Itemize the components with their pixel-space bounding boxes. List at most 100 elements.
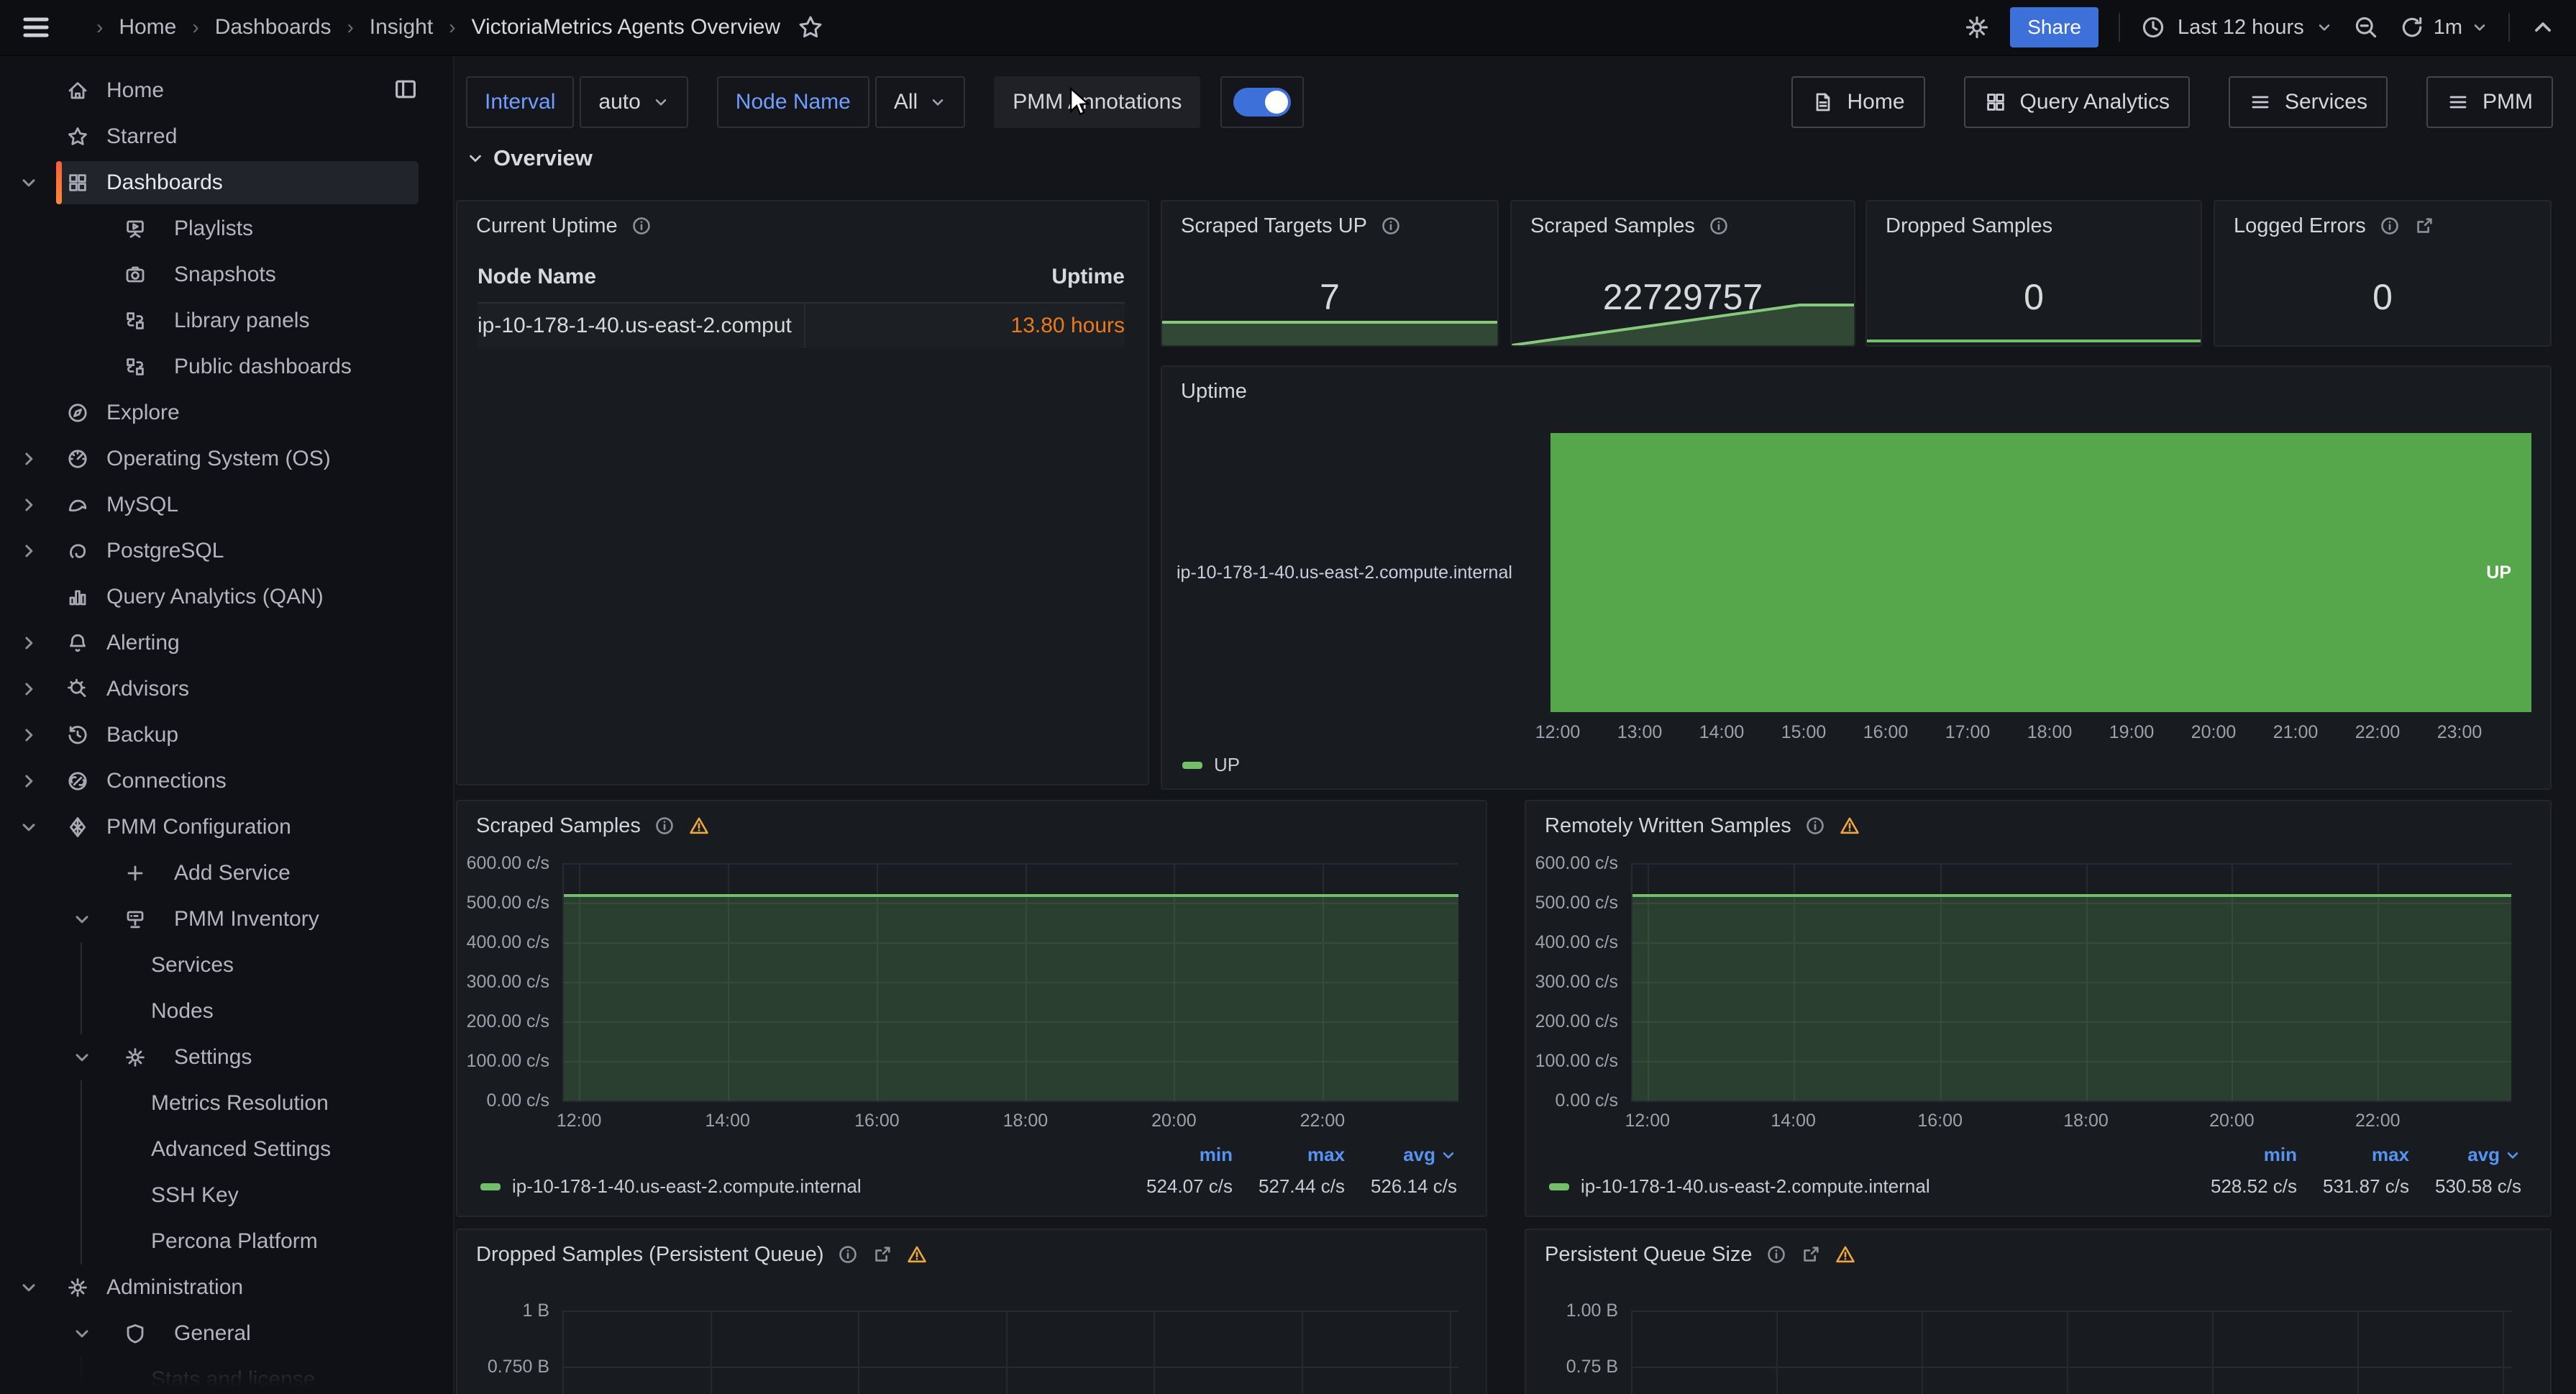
chevron-icon[interactable]: [72, 311, 92, 331]
info-icon[interactable]: [1804, 815, 1826, 837]
chevron-icon[interactable]: [19, 403, 39, 423]
sidebar-item[interactable]: Administration: [0, 1265, 453, 1311]
dashboard-link-button[interactable]: Services: [2229, 76, 2388, 128]
sidebar-item[interactable]: PMM Configuration: [0, 804, 453, 850]
star-icon[interactable]: [798, 14, 823, 40]
chevron-down-icon[interactable]: [19, 173, 39, 193]
legend-avg-header[interactable]: avg: [1345, 1144, 1457, 1166]
panel-header[interactable]: Remotely Written Samples: [1526, 801, 2550, 850]
sidebar-item[interactable]: PMM Inventory: [0, 896, 453, 942]
interval-variable-label[interactable]: Interval: [466, 76, 574, 128]
sidebar-item[interactable]: General: [0, 1311, 453, 1357]
time-range-picker[interactable]: Last 12 hours: [2140, 14, 2333, 40]
legend-label[interactable]: UP: [1214, 754, 1240, 776]
chevron-right-icon[interactable]: [19, 771, 39, 791]
column-node-name[interactable]: Node Name: [478, 265, 596, 289]
sidebar-item[interactable]: Snapshots: [0, 252, 453, 298]
sidebar-item[interactable]: Home: [0, 68, 453, 114]
sidebar-item[interactable]: Backup: [0, 712, 453, 758]
sidebar-item[interactable]: Settings: [0, 1034, 453, 1080]
panel-header[interactable]: Dropped Samples: [1867, 201, 2201, 250]
sidebar-item[interactable]: Stats and license: [0, 1357, 453, 1394]
sidebar-item[interactable]: Operating System (OS): [0, 436, 453, 482]
panel-header[interactable]: Current Uptime: [457, 201, 1148, 250]
refresh-picker[interactable]: 1m: [2399, 14, 2488, 40]
legend-min-header[interactable]: min: [1120, 1144, 1233, 1166]
chevron-icon[interactable]: [19, 127, 39, 147]
panel-header[interactable]: Logged Errors: [2215, 201, 2550, 250]
chevron-icon[interactable]: [72, 265, 92, 285]
chevron-down-icon[interactable]: [72, 1047, 92, 1067]
external-link-icon[interactable]: [872, 1244, 893, 1265]
chevron-icon[interactable]: [19, 1370, 39, 1390]
chevron-down-icon[interactable]: [19, 1277, 39, 1298]
chevron-right-icon[interactable]: [19, 541, 39, 561]
collapse-caret-icon[interactable]: [2530, 14, 2556, 40]
sidebar-collapse-icon[interactable]: [393, 76, 419, 102]
legend-min-header[interactable]: min: [2185, 1144, 2297, 1166]
dashboard-settings-icon[interactable]: [1964, 14, 1990, 40]
external-link-icon[interactable]: [2413, 215, 2435, 237]
sidebar-item[interactable]: Nodes: [0, 988, 453, 1034]
node-name-variable-select[interactable]: All: [875, 76, 965, 128]
legend-max-header[interactable]: max: [1233, 1144, 1345, 1166]
legend-series-label[interactable]: ip-10-178-1-40.us-east-2.compute.interna…: [1581, 1175, 2185, 1198]
panel-header[interactable]: Scraped Samples: [457, 801, 1486, 850]
legend-series-label[interactable]: ip-10-178-1-40.us-east-2.compute.interna…: [512, 1175, 1120, 1198]
chevron-down-icon[interactable]: [72, 1324, 92, 1344]
panel-header[interactable]: Scraped Targets UP: [1162, 201, 1497, 250]
chevron-icon[interactable]: [72, 219, 92, 239]
chevron-icon[interactable]: [19, 1231, 39, 1252]
warning-icon[interactable]: [1839, 815, 1860, 837]
chevron-right-icon[interactable]: [19, 495, 39, 515]
sidebar-item[interactable]: SSH Key: [0, 1172, 453, 1218]
chevron-right-icon[interactable]: [19, 449, 39, 469]
zoom-out-icon[interactable]: [2353, 14, 2379, 40]
overview-section-toggle[interactable]: Overview: [466, 145, 593, 171]
dashboard-link-button[interactable]: PMM: [2426, 76, 2553, 128]
breadcrumb-item[interactable]: VictoriaMetrics Agents Overview: [433, 15, 780, 40]
table-row[interactable]: ip-10-178-1-40.us-east-2.comput 13.80 ho…: [478, 304, 1125, 348]
pmm-annotations-toggle[interactable]: [1220, 76, 1304, 128]
sidebar-item[interactable]: Advisors: [0, 666, 453, 712]
sidebar-item[interactable]: Library panels: [0, 298, 453, 344]
chevron-right-icon[interactable]: [19, 725, 39, 745]
sidebar-item[interactable]: Playlists: [0, 206, 453, 252]
sidebar-item[interactable]: Metrics Resolution: [0, 1080, 453, 1126]
chevron-icon[interactable]: [19, 587, 39, 607]
chevron-icon[interactable]: [19, 81, 39, 101]
legend-max-header[interactable]: max: [2297, 1144, 2409, 1166]
toggle-switch[interactable]: [1233, 88, 1291, 117]
warning-icon[interactable]: [906, 1244, 928, 1265]
sidebar-item[interactable]: Dashboards: [0, 160, 453, 206]
info-icon[interactable]: [1380, 215, 1402, 237]
sidebar-item[interactable]: Add Service: [0, 850, 453, 896]
node-name-variable-label[interactable]: Node Name: [717, 76, 869, 128]
panel-header[interactable]: Dropped Samples (Persistent Queue): [457, 1230, 1486, 1279]
chevron-icon[interactable]: [19, 1001, 39, 1021]
breadcrumb-item[interactable]: Home: [81, 15, 176, 40]
sidebar-item[interactable]: Percona Platform: [0, 1218, 453, 1265]
sidebar-item[interactable]: Alerting: [0, 620, 453, 666]
info-icon[interactable]: [2379, 215, 2401, 237]
breadcrumb-item[interactable]: Dashboards: [176, 15, 331, 40]
chevron-icon[interactable]: [19, 955, 39, 975]
chevron-icon[interactable]: [19, 1139, 39, 1160]
sidebar-item[interactable]: Query Analytics (QAN): [0, 574, 453, 620]
chevron-right-icon[interactable]: [19, 679, 39, 699]
external-link-icon[interactable]: [1800, 1244, 1822, 1265]
chevron-down-icon[interactable]: [72, 909, 92, 929]
chevron-icon[interactable]: [72, 863, 92, 883]
chevron-icon[interactable]: [72, 357, 92, 377]
breadcrumb-item[interactable]: Insight: [331, 15, 433, 40]
info-icon[interactable]: [1766, 1244, 1787, 1265]
info-icon[interactable]: [837, 1244, 859, 1265]
sidebar-item[interactable]: Explore: [0, 390, 453, 436]
sidebar-item[interactable]: Starred: [0, 114, 453, 160]
warning-icon[interactable]: [688, 815, 710, 837]
sidebar-item[interactable]: PostgreSQL: [0, 528, 453, 574]
panel-header[interactable]: Persistent Queue Size: [1526, 1230, 2550, 1279]
panel-header[interactable]: Uptime: [1162, 367, 2550, 416]
sidebar-item[interactable]: MySQL: [0, 482, 453, 528]
menu-icon[interactable]: [20, 12, 52, 43]
